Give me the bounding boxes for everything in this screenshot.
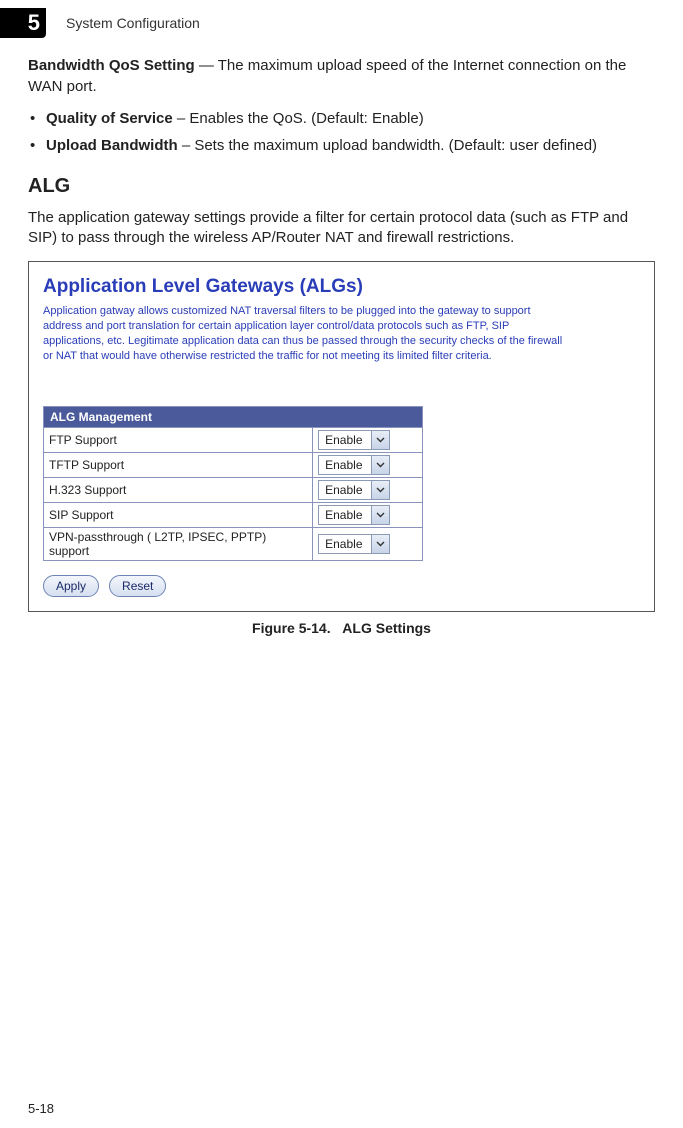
table-header: ALG Management [44,406,423,427]
sip-select[interactable]: Enable [318,505,389,525]
panel-title: Application Level Gateways (ALGs) [43,276,640,298]
row-label: TFTP Support [44,452,313,477]
figure-caption: Figure 5-14. ALG Settings [28,620,655,636]
row-control-cell: Enable [313,427,423,452]
table-row: FTP Support Enable [44,427,423,452]
select-value: Enable [319,508,370,522]
table-header-row: ALG Management [44,406,423,427]
page-number: 5-18 [28,1101,54,1116]
ftp-select[interactable]: Enable [318,430,389,450]
h323-select[interactable]: Enable [318,480,389,500]
alg-heading: ALG [28,175,655,198]
row-control-cell: Enable [313,527,423,560]
bullet-item: Quality of Service – Enables the QoS. (D… [28,109,655,130]
reset-button[interactable]: Reset [109,575,166,597]
button-row: Apply Reset [43,575,640,597]
alg-table: ALG Management FTP Support Enable TFTP S… [43,406,423,561]
qos-title: Bandwidth QoS Setting [28,57,195,74]
select-value: Enable [319,433,370,447]
bullet-name: Quality of Service [46,110,173,127]
bullet-name: Upload Bandwidth [46,137,178,154]
chevron-down-icon [371,535,389,553]
row-control-cell: Enable [313,452,423,477]
page-header: 5 System Configuration [0,0,683,46]
row-label: H.323 Support [44,477,313,502]
select-value: Enable [319,483,370,497]
figure-frame: Application Level Gateways (ALGs) Applic… [28,261,655,611]
qos-bullet-list: Quality of Service – Enables the QoS. (D… [28,109,655,156]
select-value: Enable [319,458,370,472]
table-row: H.323 Support Enable [44,477,423,502]
bullet-rest: – Enables the QoS. (Default: Enable) [173,110,424,127]
table-row: SIP Support Enable [44,502,423,527]
caption-prefix: Figure 5-14. [252,620,331,636]
select-value: Enable [319,537,370,551]
header-title: System Configuration [66,15,200,31]
alg-paragraph: The application gateway settings provide… [28,208,655,249]
chevron-down-icon [371,456,389,474]
content-area: Bandwidth QoS Setting — The maximum uplo… [0,56,683,636]
row-control-cell: Enable [313,477,423,502]
chevron-down-icon [371,431,389,449]
chevron-down-icon [371,506,389,524]
bullet-rest: – Sets the maximum upload bandwidth. (De… [178,137,597,154]
tftp-select[interactable]: Enable [318,455,389,475]
chapter-number: 5 [28,10,40,36]
bullet-item: Upload Bandwidth – Sets the maximum uplo… [28,136,655,157]
row-label: FTP Support [44,427,313,452]
row-label: VPN-passthrough ( L2TP, IPSEC, PPTP) sup… [44,527,313,560]
row-label: SIP Support [44,502,313,527]
apply-button[interactable]: Apply [43,575,99,597]
chevron-down-icon [371,481,389,499]
table-row: TFTP Support Enable [44,452,423,477]
vpn-select[interactable]: Enable [318,534,389,554]
row-control-cell: Enable [313,502,423,527]
caption-text: ALG Settings [342,620,431,636]
qos-intro: Bandwidth QoS Setting — The maximum uplo… [28,56,655,97]
table-row: VPN-passthrough ( L2TP, IPSEC, PPTP) sup… [44,527,423,560]
panel-desc: Application gatway allows customized NAT… [43,304,563,363]
chapter-badge: 5 [0,8,46,38]
